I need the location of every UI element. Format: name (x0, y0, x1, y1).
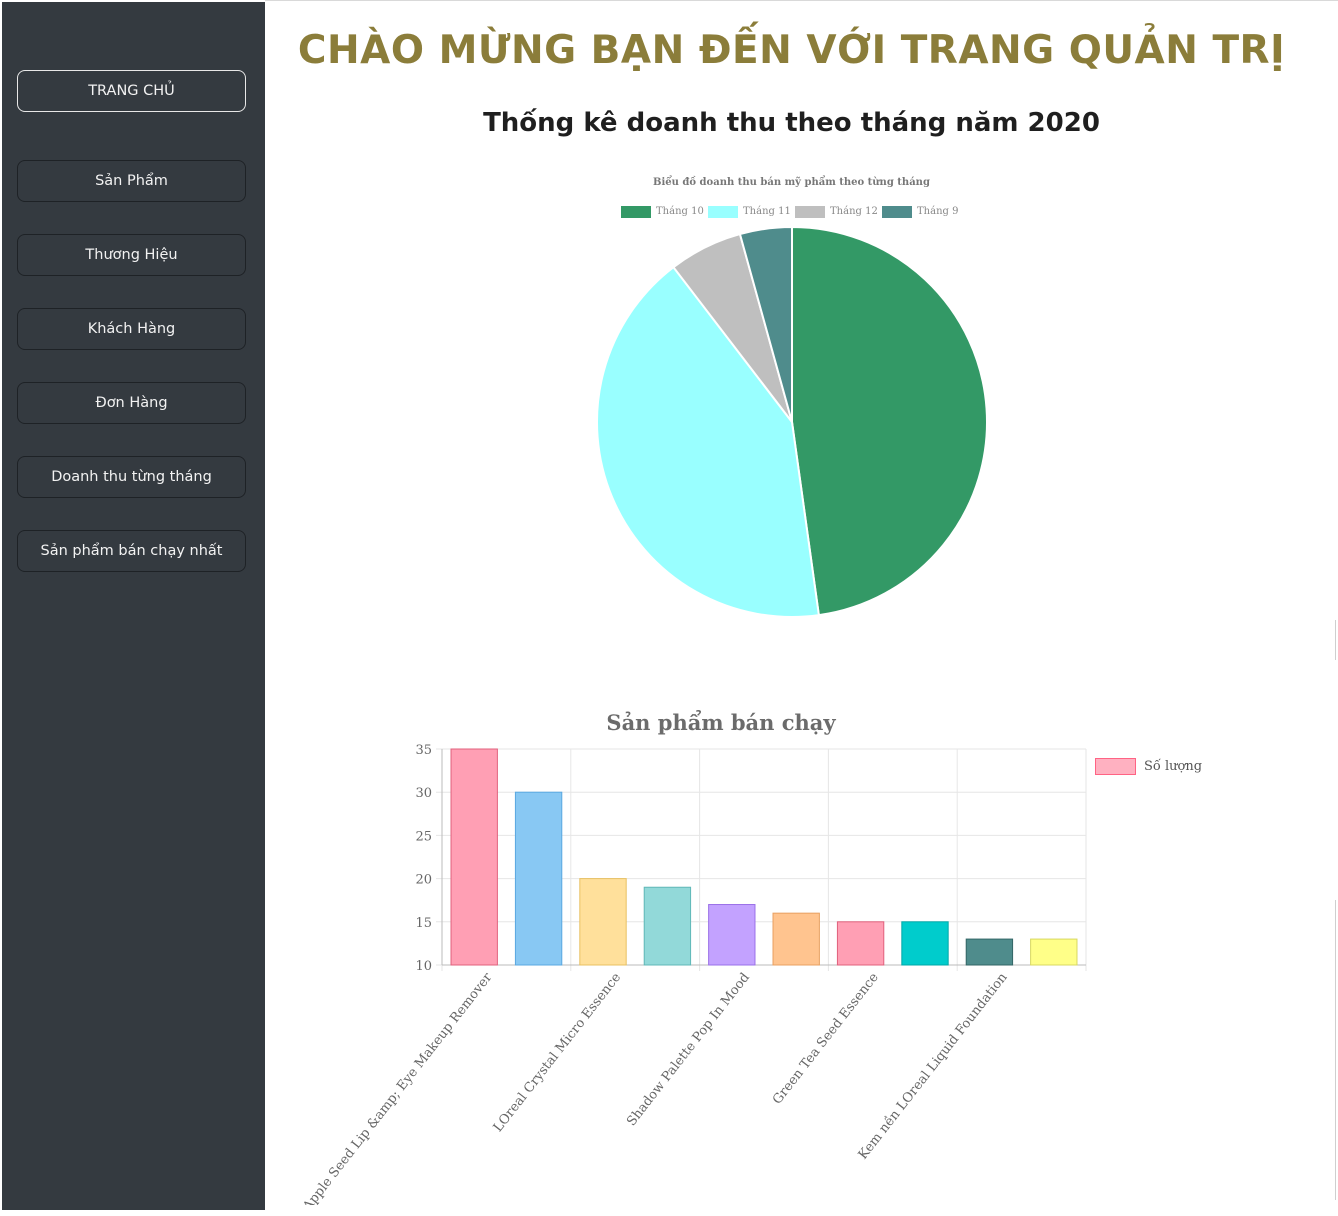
y-tick-label: 25 (415, 829, 432, 844)
bar[interactable] (1030, 938, 1078, 966)
bar[interactable] (772, 912, 820, 966)
pie-legend-item[interactable]: Tháng 10 (621, 205, 704, 218)
bar[interactable] (450, 748, 498, 966)
legend-label: Tháng 10 (656, 206, 704, 217)
bar[interactable] (514, 791, 563, 966)
section-title: Thống kê doanh thu theo tháng năm 2020 (483, 108, 1100, 138)
x-tick-label: Kem nền LOreal Liquid Foundation (855, 969, 1011, 1162)
pie-chart-title: Biểu đồ doanh thu bán mỹ phẩm theo từng … (653, 177, 930, 188)
y-tick-label: 30 (415, 786, 432, 801)
bar[interactable] (836, 921, 885, 966)
legend-swatch (708, 205, 738, 218)
bar[interactable] (643, 886, 692, 966)
bar[interactable] (579, 878, 627, 966)
pie-slice[interactable] (791, 225, 988, 617)
nav-products-button[interactable]: Sản Phẩm (17, 160, 246, 202)
legend-swatch (621, 205, 651, 218)
scroll-edge (1335, 620, 1336, 660)
x-tick-label: Apple Seed Lip &amp; Eye Makeup Remover (300, 970, 496, 1205)
sidebar: TRANG CHỦ Sản Phẩm Thương Hiệu Khách Hàn… (2, 2, 265, 1210)
legend-swatch (795, 205, 825, 218)
y-tick-label: 15 (415, 916, 432, 931)
pie-chart (596, 225, 988, 618)
nav-orders-button[interactable]: Đơn Hàng (17, 382, 246, 424)
nav-monthly-revenue-button[interactable]: Doanh thu từng tháng (17, 456, 246, 498)
legend-swatch (882, 205, 912, 218)
y-tick-label: 10 (415, 959, 432, 974)
legend-label: Tháng 9 (917, 206, 959, 217)
pie-legend-item[interactable]: Tháng 11 (708, 205, 791, 218)
nav-home-button[interactable]: TRANG CHỦ (17, 70, 246, 112)
pie-legend-item[interactable]: Tháng 12 (795, 205, 878, 218)
bar[interactable] (965, 938, 1014, 966)
bar[interactable] (708, 904, 756, 966)
nav-customers-button[interactable]: Khách Hàng (17, 308, 246, 350)
pie-legend-item[interactable]: Tháng 9 (882, 205, 958, 218)
x-tick-label: LOreal Crystal Micro Essence (491, 970, 625, 1135)
bar[interactable] (901, 921, 949, 966)
x-tick-label: Shadow Palette Pop In Mood (624, 970, 753, 1129)
y-tick-label: 20 (415, 873, 432, 888)
bar-legend-item[interactable]: Số lượng (1095, 757, 1202, 775)
scroll-edge (1335, 900, 1336, 1200)
bar-chart-title: Sản phẩm bán chạy (606, 710, 836, 735)
top-border (265, 0, 1338, 1)
x-tick-label: Green Tea Seed Essence (770, 970, 882, 1107)
nav-best-sellers-button[interactable]: Sản phẩm bán chạy nhất (17, 530, 246, 572)
y-tick-label: 35 (415, 743, 432, 758)
page-title: CHÀO MỪNG BẠN ĐẾN VỚI TRANG QUẢN TRỊ (297, 28, 1286, 73)
legend-label: Tháng 12 (830, 206, 878, 217)
nav-brands-button[interactable]: Thương Hiệu (17, 234, 246, 276)
legend-label: Tháng 11 (743, 206, 791, 217)
bar-chart: 10 15 20 25 30 35 Apple Seed Lip &amp; Eye Mak… (300, 743, 1087, 1205)
legend-label: Số lượng (1144, 758, 1203, 774)
